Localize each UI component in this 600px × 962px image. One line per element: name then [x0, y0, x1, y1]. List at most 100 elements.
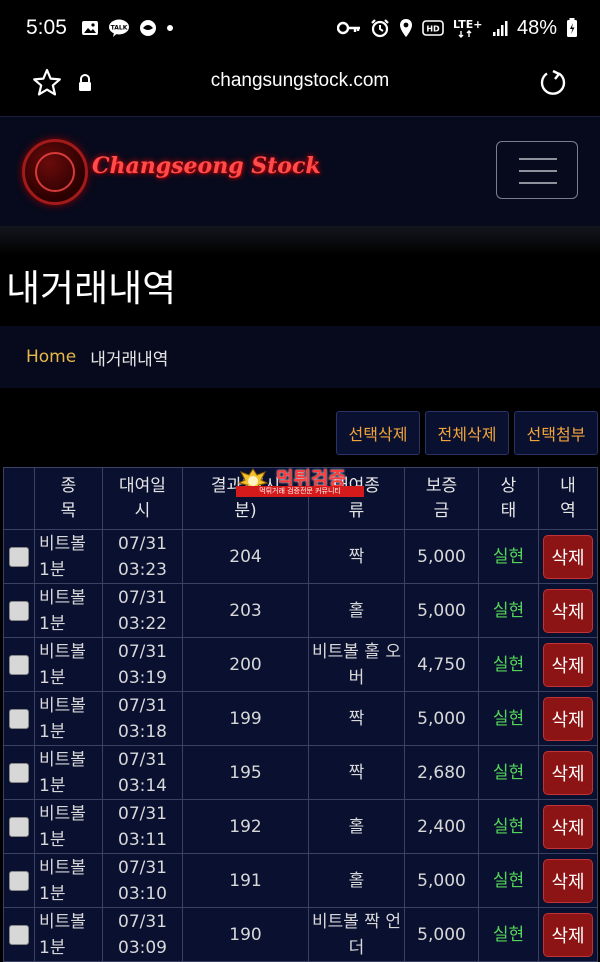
- breadcrumb-current: 내거래내역: [90, 349, 169, 370]
- table-row: 비트볼 1분 07/31 03:09 190 비트볼 짝 언 더 5,000 실현 삭제: [3, 907, 598, 962]
- row-status: 실현: [478, 637, 539, 692]
- row-item: 비트볼 1분: [34, 907, 103, 962]
- row-rental-type: 홀: [308, 799, 405, 854]
- row-deposit: 5,000: [404, 583, 479, 638]
- row-result-time: 203: [182, 583, 309, 638]
- dot-icon: [166, 24, 174, 32]
- select-attach-button[interactable]: 선택첨부: [514, 411, 598, 455]
- row-rental-datetime: 07/31 03:23: [102, 529, 183, 584]
- row-select-cell: [3, 637, 35, 692]
- row-checkbox[interactable]: [9, 816, 29, 837]
- row-deposit: 5,000: [404, 853, 479, 908]
- table-row: 비트볼 1분 07/31 03:19 200 비트볼 홀 오 버 4,750 실현 삭제: [3, 637, 598, 692]
- row-rental-type: 짝: [308, 745, 405, 800]
- row-select-cell: [3, 529, 35, 584]
- row-action-cell: 삭제: [538, 853, 598, 908]
- row-item: 비트볼 1분: [34, 529, 103, 584]
- row-action-cell: 삭제: [538, 907, 598, 962]
- row-delete-button[interactable]: 삭제: [543, 804, 593, 849]
- row-delete-button[interactable]: 삭제: [543, 696, 593, 741]
- row-rental-type: 짝: [308, 529, 405, 584]
- lte-icon: LTE+: [453, 17, 483, 39]
- hd-icon: HD: [422, 20, 444, 36]
- header-select: [3, 467, 35, 530]
- row-status: 실현: [478, 529, 539, 584]
- hamburger-line-bottom: [519, 182, 557, 184]
- row-action-cell: 삭제: [538, 799, 598, 854]
- header-deposit: 보증 금: [404, 467, 479, 530]
- table-row: 비트볼 1분 07/31 03:10 191 홀 5,000 실현 삭제: [3, 853, 598, 908]
- breadcrumb: Home 내거래내역: [0, 326, 600, 388]
- row-deposit: 2,680: [404, 745, 479, 800]
- reload-icon[interactable]: [538, 68, 568, 102]
- row-deposit: 5,000: [404, 907, 479, 962]
- row-rental-type: 홀: [308, 853, 405, 908]
- row-checkbox[interactable]: [9, 600, 29, 621]
- row-rental-type: 짝: [308, 691, 405, 746]
- row-select-cell: [3, 691, 35, 746]
- hd-label: HD: [426, 25, 440, 34]
- row-delete-button[interactable]: 삭제: [543, 588, 593, 633]
- row-delete-button[interactable]: 삭제: [543, 858, 593, 903]
- row-checkbox[interactable]: [9, 762, 29, 783]
- row-result-time: 191: [182, 853, 309, 908]
- battery-icon: [566, 18, 578, 38]
- battery-percent: 48%: [516, 16, 557, 39]
- row-item: 비트볼 1분: [34, 799, 103, 854]
- table-row: 비트볼 1분 07/31 03:14 195 짝 2,680 실현 삭제: [3, 745, 598, 800]
- header-rental-datetime: 대여일 시: [102, 467, 183, 530]
- row-select-cell: [3, 583, 35, 638]
- row-checkbox[interactable]: [9, 924, 29, 945]
- row-result-time: 199: [182, 691, 309, 746]
- table-row: 비트볼 1분 07/31 03:11 192 홀 2,400 실현 삭제: [3, 799, 598, 854]
- delete-all-button[interactable]: 전체삭제: [425, 411, 509, 455]
- header-status: 상태: [478, 467, 539, 530]
- row-rental-datetime: 07/31 03:14: [102, 745, 183, 800]
- row-result-time: 190: [182, 907, 309, 962]
- image-icon: [81, 20, 99, 36]
- key-icon: [336, 21, 361, 35]
- row-action-cell: 삭제: [538, 583, 598, 638]
- row-rental-type: 홀: [308, 583, 405, 638]
- site-logo[interactable]: Changseong Stock: [22, 139, 321, 205]
- row-status: 실현: [478, 745, 539, 800]
- row-checkbox[interactable]: [9, 870, 29, 891]
- row-status: 실현: [478, 583, 539, 638]
- menu-toggle-button[interactable]: [496, 141, 578, 199]
- row-action-cell: 삭제: [538, 637, 598, 692]
- logo-seal: [22, 139, 88, 205]
- row-status: 실현: [478, 799, 539, 854]
- row-delete-button[interactable]: 삭제: [543, 750, 593, 795]
- table-actions: 선택삭제 전체삭제 선택첨부: [336, 411, 598, 455]
- row-checkbox[interactable]: [9, 654, 29, 675]
- row-select-cell: [3, 853, 35, 908]
- row-rental-datetime: 07/31 03:18: [102, 691, 183, 746]
- row-checkbox[interactable]: [9, 708, 29, 729]
- row-deposit: 5,000: [404, 529, 479, 584]
- location-icon: [399, 18, 413, 38]
- row-action-cell: 삭제: [538, 691, 598, 746]
- hamburger-line-top: [519, 158, 557, 160]
- row-rental-datetime: 07/31 03:19: [102, 637, 183, 692]
- alarm-icon: [370, 18, 390, 38]
- status-notification-icons: TALK: [81, 19, 174, 37]
- row-result-time: 195: [182, 745, 309, 800]
- row-delete-button[interactable]: 삭제: [543, 534, 593, 579]
- row-result-time: 192: [182, 799, 309, 854]
- watermark-overlay: 먹튀검증 먹튀거래 검증전문 커뮤니티: [236, 466, 366, 498]
- row-select-cell: [3, 745, 35, 800]
- row-checkbox[interactable]: [9, 546, 29, 567]
- row-select-cell: [3, 799, 35, 854]
- logo-text: Changseong Stock: [92, 153, 321, 179]
- breadcrumb-home-link[interactable]: Home: [26, 347, 76, 367]
- select-delete-button[interactable]: 선택삭제: [336, 411, 420, 455]
- row-rental-type: 비트볼 홀 오버: [308, 637, 405, 692]
- row-delete-button[interactable]: 삭제: [543, 642, 593, 687]
- row-delete-button[interactable]: 삭제: [543, 912, 593, 957]
- row-action-cell: 삭제: [538, 529, 598, 584]
- row-select-cell: [3, 907, 35, 962]
- lte-label: LTE+: [453, 18, 482, 31]
- url-text[interactable]: changsungstock.com: [0, 70, 600, 92]
- status-system-icons: HD LTE+ 48%: [336, 16, 578, 40]
- row-rental-datetime: 07/31 03:10: [102, 853, 183, 908]
